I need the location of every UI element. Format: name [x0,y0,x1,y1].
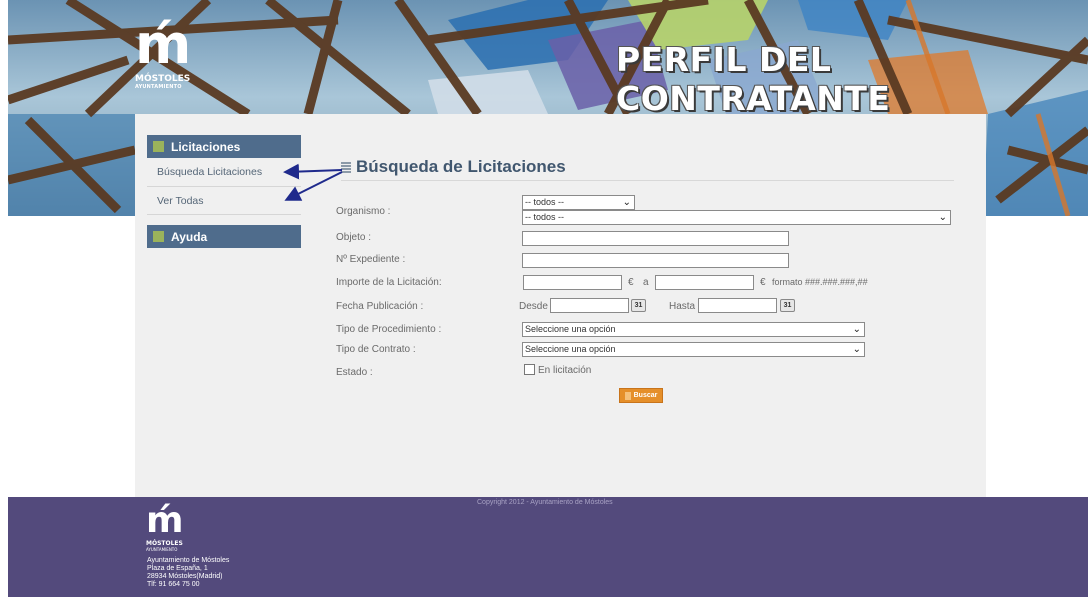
en-licitacion-label[interactable]: En licitación [538,365,591,376]
title-list-icon [341,161,351,173]
objeto-label: Objeto : [336,232,372,243]
sidebar-item-label: Ver Todas [157,194,204,207]
range-separator: a [643,277,649,288]
organismo-select-2[interactable]: -- todos -- ⌄ [522,210,951,225]
chevron-down-icon: ⌄ [852,324,861,335]
procedimiento-label: Tipo de Procedimiento : [336,324,442,335]
footer: Copyright 2012 - Ayuntamiento de Móstole… [8,497,1088,597]
desde-label: Desde [519,301,548,312]
square-bullet-icon [153,231,164,242]
address-line: Tlf: 91 664 75 00 [147,581,200,588]
footer-logo-name: MÓSTOLES [146,540,183,547]
search-button-label: Buscar [633,392,658,399]
divider [341,180,954,181]
footer-logo: ḿ MÓSTOLES AYUNTAMIENTO [146,500,184,553]
contrato-label: Tipo de Contrato : [336,344,416,355]
hasta-label: Hasta [669,301,696,312]
estado-label: Estado : [336,367,373,378]
address-line: 28934 Móstoles(Madrid) [147,573,223,580]
logo-subtitle: AYUNTAMIENTO [135,84,182,90]
importe-max-input[interactable] [655,275,754,290]
select-value: -- todos -- [525,197,565,207]
sidebar-section-licitaciones: Licitaciones [147,135,301,158]
select-value: -- todos -- [525,212,565,222]
site-title: PERFIL DEL CONTRATANTE [616,40,891,118]
sidebar: Licitaciones Búsqueda Licitaciones Ver T… [147,135,301,248]
amount-format-hint: formato ###.###.###,## [772,277,868,287]
fecha-label: Fecha Publicación : [336,301,424,312]
sidebar-item-label: Búsqueda Licitaciones [157,166,263,178]
sidebar-section-label: Ayuda [171,229,208,244]
search-button[interactable]: Buscar [619,388,663,403]
page-title: Búsqueda de Licitaciones [341,157,566,177]
footer-logo-subtitle: AYUNTAMIENTO [146,547,178,552]
fecha-desde-input[interactable] [550,298,629,313]
select-value: Seleccione una opción [525,324,616,334]
logo-name: MÓSTOLES [135,74,191,84]
address-line: Ayuntamiento de Móstoles [147,557,230,564]
contrato-select[interactable]: Seleccione una opción ⌄ [522,342,865,357]
organismo-select-1[interactable]: -- todos -- ⌄ [522,195,635,210]
organismo-label: Organismo : [336,206,391,217]
copyright-text: Copyright 2012 - Ayuntamiento de Móstole… [477,499,613,506]
footer-logo-mark: ḿ [146,500,184,541]
procedimiento-select[interactable]: Seleccione una opción ⌄ [522,322,865,337]
sidebar-item-busqueda-licitaciones[interactable]: Búsqueda Licitaciones [147,158,301,187]
search-button-icon [624,391,631,400]
euro-symbol: € [628,277,634,288]
page-title-text: Búsqueda de Licitaciones [356,157,566,176]
main-content: Licitaciones Búsqueda Licitaciones Ver T… [135,114,986,497]
importe-label: Importe de la Licitación: [336,277,442,288]
objeto-input[interactable] [522,231,789,246]
chevron-down-icon: ⌄ [622,197,631,208]
address-line: Plaza de España, 1 [147,565,208,572]
logo-mark: ḿ [135,13,191,76]
footer-address: Ayuntamiento de Móstoles Plaza de España… [147,557,229,589]
calendar-icon[interactable]: 31 [780,299,795,312]
municipality-logo[interactable]: ḿ MÓSTOLES AYUNTAMIENTO [135,18,195,96]
sidebar-section-label: Licitaciones [171,139,241,154]
expediente-label: Nº Expediente : [336,254,406,265]
importe-min-input[interactable] [523,275,622,290]
calendar-icon[interactable]: 31 [631,299,646,312]
euro-symbol-2: € [760,277,766,288]
expediente-input[interactable] [522,253,789,268]
sidebar-item-ver-todas[interactable]: Ver Todas [147,187,301,215]
chevron-down-icon: ⌄ [938,212,947,223]
en-licitacion-checkbox[interactable] [524,364,535,375]
fecha-hasta-input[interactable] [698,298,777,313]
chevron-down-icon: ⌄ [852,344,861,355]
square-bullet-icon [153,141,164,152]
select-value: Seleccione una opción [525,344,616,354]
sidebar-section-ayuda[interactable]: Ayuda [147,225,301,248]
